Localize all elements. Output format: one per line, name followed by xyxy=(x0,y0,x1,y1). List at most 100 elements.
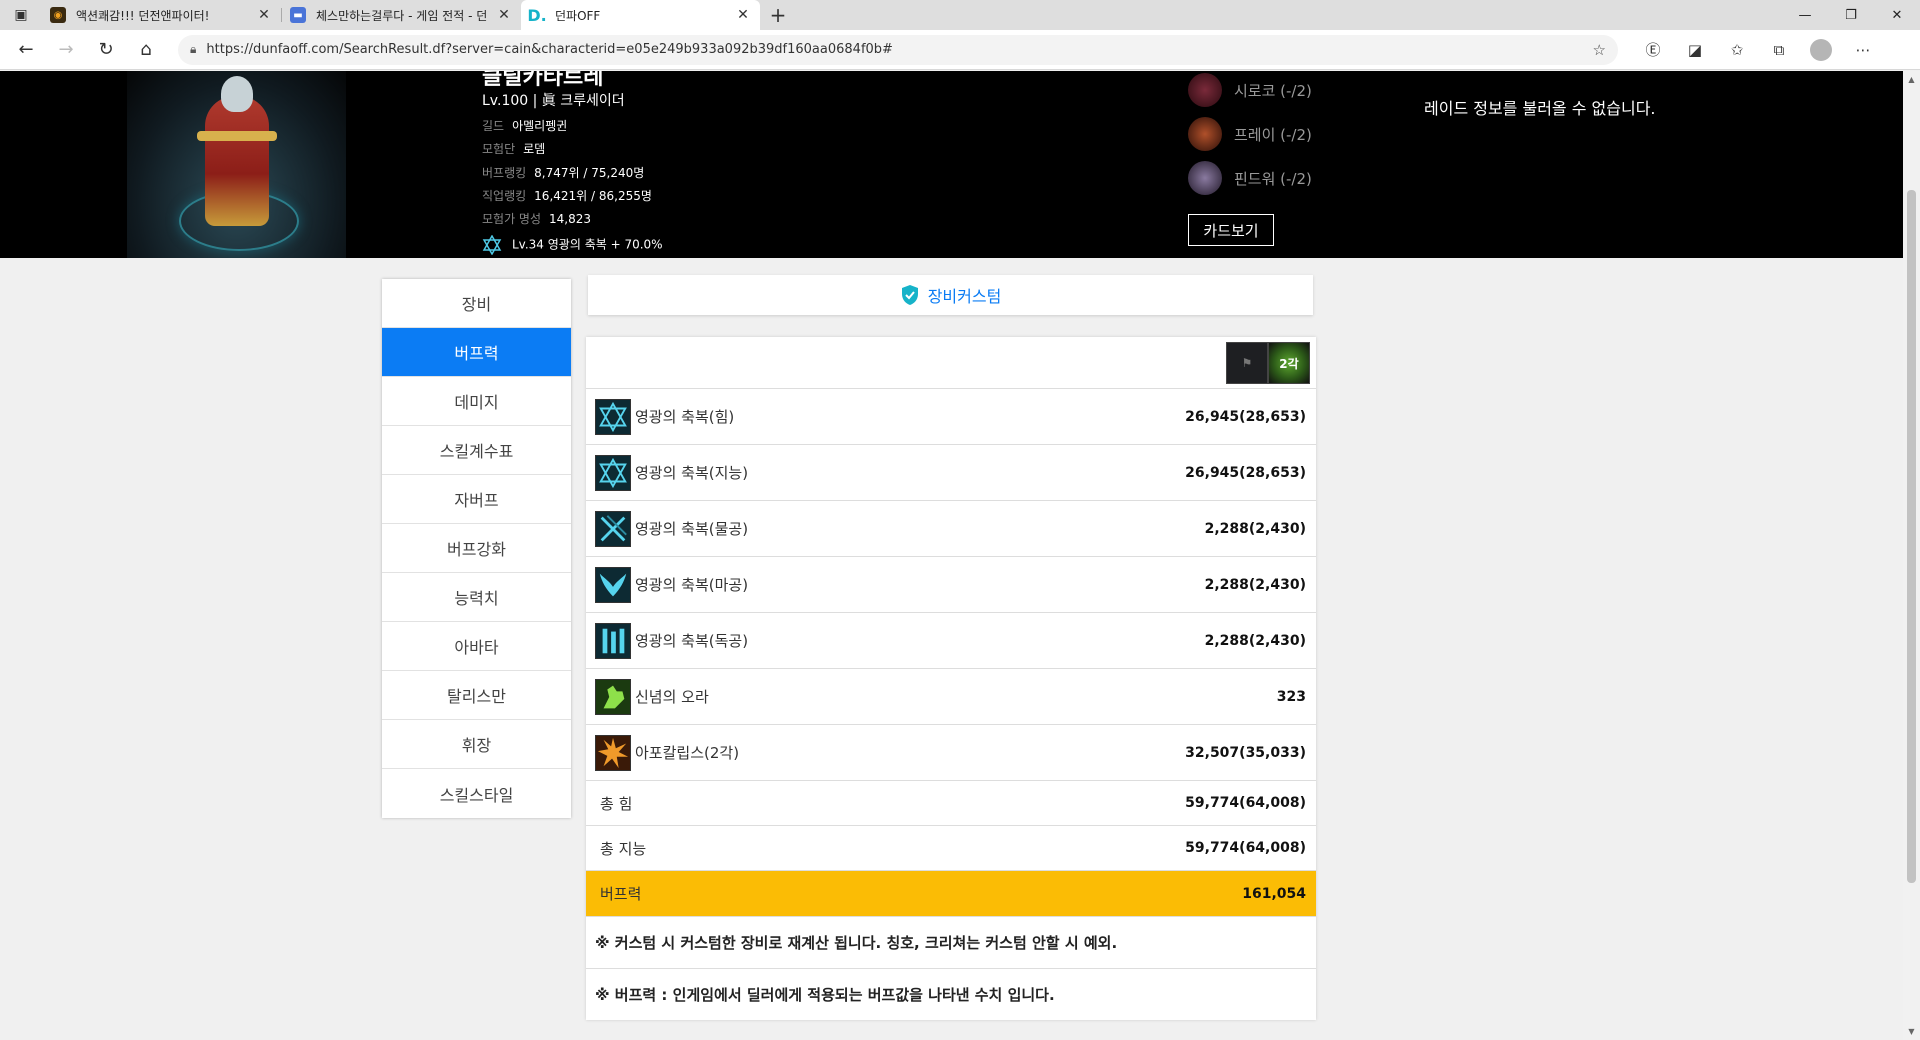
menu-item-damage[interactable]: 데미지 xyxy=(382,377,571,426)
character-level: Lv.100 | 眞 크루세이더 xyxy=(482,93,625,109)
close-tab-icon[interactable]: ✕ xyxy=(734,7,752,23)
buff-row: 아포칼립스(2각) 32,507(35,033) xyxy=(586,725,1316,781)
character-robe xyxy=(205,96,269,226)
adventure-info: 모험단 로뎀 xyxy=(482,140,545,157)
character-head xyxy=(221,76,253,112)
pillars-icon xyxy=(595,622,631,659)
hexagram-icon xyxy=(595,454,631,491)
extension-2-icon[interactable]: ◪ xyxy=(1674,30,1716,70)
menu-item-talisman[interactable]: 탈리스만 xyxy=(382,671,571,720)
menu-item-stats[interactable]: 능력치 xyxy=(382,573,571,622)
awakening-card-icon: 2각 xyxy=(1268,342,1310,384)
character-name: 클릴카타르레 xyxy=(482,71,604,90)
buff-power-label: 버프력 xyxy=(600,885,642,903)
favorites-icon[interactable]: ✩ xyxy=(1716,30,1758,70)
total-name: 총 지능 xyxy=(600,839,647,858)
buff-power-total-row: 버프력 161,054 xyxy=(586,871,1316,916)
view-cards-button[interactable]: 카드보기 xyxy=(1188,214,1274,246)
robe-trim xyxy=(197,131,277,141)
buff-name: 영광의 축복(마공) xyxy=(635,576,749,594)
scroll-up-icon[interactable]: ▲ xyxy=(1903,71,1920,88)
menu-item-skill-coefficients[interactable]: 스킬계수표 xyxy=(382,426,571,475)
raid-item-prey[interactable]: 프레이 (-/2) xyxy=(1188,117,1312,151)
close-window-icon[interactable]: ✕ xyxy=(1874,0,1920,30)
creature-cards[interactable]: ⚑ 2각 xyxy=(1226,342,1310,384)
restore-icon[interactable]: ❐ xyxy=(1828,0,1874,30)
browser-tab-3[interactable]: D. 던파OFF ✕ xyxy=(521,0,760,30)
crossed-swords-icon xyxy=(595,510,631,547)
custom-note: ※ 커스텀 시 커스텀한 장비로 재계산 됩니다. 칭호, 크리쳐는 커스텀 안… xyxy=(586,916,1316,968)
buff-value: 32,507(35,033) xyxy=(1185,744,1306,761)
buff-rank-info: 버프랭킹 8,747위 / 75,240명 xyxy=(482,164,644,181)
profile-avatar[interactable] xyxy=(1810,38,1832,61)
address-toolbar: ← → ↻ ⌂ 🔒︎ https://dunfaoff.com/SearchRe… xyxy=(0,30,1920,70)
buff-name: 영광의 축복(독공) xyxy=(635,632,749,650)
menu-item-equipment[interactable]: 장비 xyxy=(382,279,571,328)
menu-item-buff-enhance[interactable]: 버프강화 xyxy=(382,524,571,573)
dunfaoff-favicon-icon: D. xyxy=(527,5,547,25)
adventure-value[interactable]: 로뎀 xyxy=(523,142,545,156)
buff-value: 323 xyxy=(1276,688,1306,705)
menu-item-emblem[interactable]: 휘장 xyxy=(382,720,571,769)
menu-item-skill-style[interactable]: 스킬스타일 xyxy=(382,769,571,818)
total-strength-row: 총 힘 59,774(64,008) xyxy=(586,781,1316,826)
menu-item-avatar[interactable]: 아바타 xyxy=(382,622,571,671)
side-menu: 장비 버프력 데미지 스킬계수표 자버프 버프강화 능력치 아바타 탈리스만 휘… xyxy=(382,279,571,818)
scrollbar-thumb[interactable] xyxy=(1907,190,1916,883)
buff-row: 영광의 축복(물공) 2,288(2,430) xyxy=(586,501,1316,557)
page-scrollbar[interactable]: ▲ ▼ xyxy=(1903,71,1920,1040)
browser-tab-1[interactable]: ◉ 액션쾌감!!! 던전앤파이터! ✕ xyxy=(42,0,281,30)
siroco-icon xyxy=(1188,73,1222,107)
minimize-icon[interactable]: — xyxy=(1782,0,1828,30)
close-tab-icon[interactable]: ✕ xyxy=(495,7,513,23)
character-portrait xyxy=(127,71,346,258)
raid-message: 레이드 정보를 불러올 수 없습니다. xyxy=(1424,99,1656,118)
forward-icon[interactable]: → xyxy=(46,30,86,70)
refresh-icon[interactable]: ↻ xyxy=(86,30,126,70)
more-icon[interactable]: ⋯ xyxy=(1842,30,1884,70)
tab-title: 액션쾌감!!! 던전앤파이터! xyxy=(76,8,210,23)
buff-value: 26,945(28,653) xyxy=(1185,408,1306,425)
home-icon[interactable]: ⌂ xyxy=(126,30,166,70)
extension-icon[interactable]: Ⓔ xyxy=(1632,30,1674,70)
lock-icon[interactable]: 🔒︎ xyxy=(190,42,196,57)
burst-icon xyxy=(595,734,631,771)
raid-item-siroco[interactable]: 시로코 (-/2) xyxy=(1188,73,1312,107)
favorite-star-icon[interactable]: ☆ xyxy=(1593,41,1606,59)
new-tab-icon[interactable]: + xyxy=(760,0,796,30)
hexagram-icon xyxy=(595,398,631,435)
shield-check-icon xyxy=(901,285,918,305)
custom-equipment-label: 장비커스텀 xyxy=(927,287,1002,306)
buff-rank-label: 버프랭킹 xyxy=(482,166,527,180)
browser-tab-2[interactable]: ▬ 체스만하는걸루다 - 게임 전적 - 던 ✕ xyxy=(282,0,521,30)
menu-item-self-buff[interactable]: 자버프 xyxy=(382,475,571,524)
fame-info: 모험가 명성 14,823 xyxy=(482,210,591,227)
tab-title: 던파OFF xyxy=(555,8,601,23)
buff-row: 신념의 오라 323 xyxy=(586,669,1316,725)
job-rank-value: 16,421위 / 86,255명 xyxy=(534,189,652,203)
buff-power-note: ※ 버프력 : 인게임에서 딜러에게 적용되는 버프값을 나타낸 수치 입니다. xyxy=(586,968,1316,1020)
raid-item-fiend-war[interactable]: 핀드워 (-/2) xyxy=(1188,161,1312,195)
window-controls: — ❐ ✕ xyxy=(1782,0,1920,30)
scroll-down-icon[interactable]: ▼ xyxy=(1903,1023,1920,1040)
total-value: 59,774(64,008) xyxy=(1185,795,1306,811)
address-bar[interactable]: 🔒︎ https://dunfaoff.com/SearchResult.df?… xyxy=(178,34,1618,65)
buff-value: 2,288(2,430) xyxy=(1204,520,1306,537)
awakening-card-label: 2각 xyxy=(1279,356,1299,371)
collections-icon[interactable]: ⧉ xyxy=(1758,30,1800,70)
fiend-war-icon xyxy=(1188,161,1222,195)
guild-value[interactable]: 아멜리펭귄 xyxy=(512,119,567,133)
site-favicon-icon: ▬ xyxy=(290,7,306,23)
tab-actions-icon[interactable]: ▣ xyxy=(0,0,42,30)
menu-item-buff-power[interactable]: 버프력 xyxy=(382,328,571,377)
buff-row: 영광의 축복(힘) 26,945(28,653) xyxy=(586,389,1316,445)
total-intelligence-row: 총 지능 59,774(64,008) xyxy=(586,826,1316,871)
back-icon[interactable]: ← xyxy=(6,30,46,70)
custom-equipment-button[interactable]: 장비커스텀 xyxy=(588,275,1313,315)
close-tab-icon[interactable]: ✕ xyxy=(255,7,273,23)
url-text[interactable]: https://dunfaoff.com/SearchResult.df?ser… xyxy=(206,42,1592,57)
buff-row: 영광의 축복(지능) 26,945(28,653) xyxy=(586,445,1316,501)
page-viewport: 클릴카타르레 Lv.100 | 眞 크루세이더 길드 아멜리펭귄 모험단 로뎀 버프… xyxy=(0,71,1903,1040)
buff-name: 영광의 축복(지능) xyxy=(635,464,749,482)
buff-row: 영광의 축복(마공) 2,288(2,430) xyxy=(586,557,1316,613)
